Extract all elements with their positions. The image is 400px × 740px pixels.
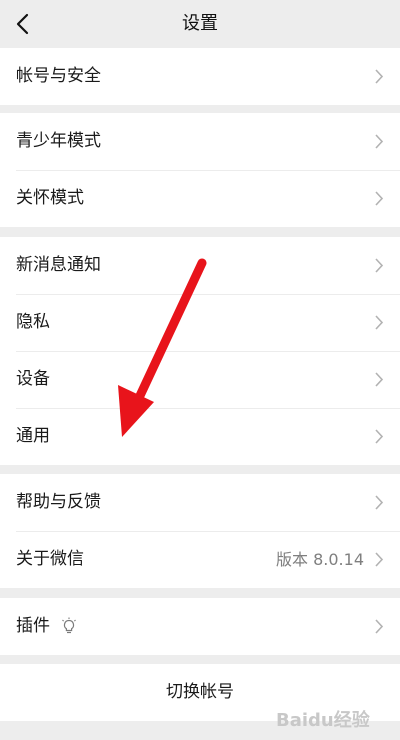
- settings-item-account-security[interactable]: 帐号与安全: [0, 48, 400, 105]
- switch-account-label: 切换帐号: [166, 682, 234, 702]
- settings-item-plugins[interactable]: 插件: [0, 598, 400, 655]
- settings-item-label: 隐私: [16, 312, 50, 332]
- chevron-right-icon: [375, 495, 384, 510]
- settings-group-account: 帐号与安全: [0, 48, 400, 105]
- chevron-right-icon: [375, 191, 384, 206]
- settings-group-plugins: 插件: [0, 598, 400, 655]
- settings-item-privacy[interactable]: 隐私: [0, 294, 400, 351]
- switch-account-group: 切换帐号: [0, 664, 400, 721]
- settings-item-about-wechat[interactable]: 关于微信 版本 8.0.14: [0, 531, 400, 588]
- settings-item-help-feedback[interactable]: 帮助与反馈: [0, 474, 400, 531]
- chevron-right-icon: [375, 69, 384, 84]
- settings-item-general[interactable]: 通用: [0, 408, 400, 465]
- bulb-icon: [62, 617, 76, 634]
- switch-account-button[interactable]: 切换帐号: [0, 664, 400, 721]
- back-button[interactable]: [8, 8, 40, 40]
- chevron-left-icon: [16, 13, 29, 35]
- settings-item-label: 插件: [16, 616, 50, 636]
- settings-group-about: 帮助与反馈 关于微信 版本 8.0.14: [0, 474, 400, 588]
- chevron-right-icon: [375, 619, 384, 634]
- chevron-right-icon: [375, 429, 384, 444]
- settings-group-general: 新消息通知 隐私 设备 通用: [0, 237, 400, 465]
- settings-item-devices[interactable]: 设备: [0, 351, 400, 408]
- chevron-right-icon: [375, 258, 384, 273]
- settings-item-label: 帮助与反馈: [16, 492, 101, 512]
- settings-item-label: 关怀模式: [16, 188, 84, 208]
- page-title: 设置: [182, 13, 218, 34]
- chevron-right-icon: [375, 372, 384, 387]
- chevron-right-icon: [375, 552, 384, 567]
- settings-item-label: 青少年模式: [16, 131, 101, 151]
- settings-item-teen-mode[interactable]: 青少年模式: [0, 113, 400, 170]
- settings-group-modes: 青少年模式 关怀模式: [0, 113, 400, 227]
- chevron-right-icon: [375, 315, 384, 330]
- version-value: 版本 8.0.14: [276, 550, 364, 569]
- settings-item-label: 设备: [16, 369, 50, 389]
- settings-item-label: 新消息通知: [16, 255, 101, 275]
- settings-item-notifications[interactable]: 新消息通知: [0, 237, 400, 294]
- settings-item-care-mode[interactable]: 关怀模式: [0, 170, 400, 227]
- settings-item-label: 关于微信: [16, 549, 84, 569]
- chevron-right-icon: [375, 134, 384, 149]
- settings-item-label: 帐号与安全: [16, 66, 101, 86]
- nav-bar: 设置: [0, 0, 400, 48]
- settings-item-label: 通用: [16, 426, 50, 446]
